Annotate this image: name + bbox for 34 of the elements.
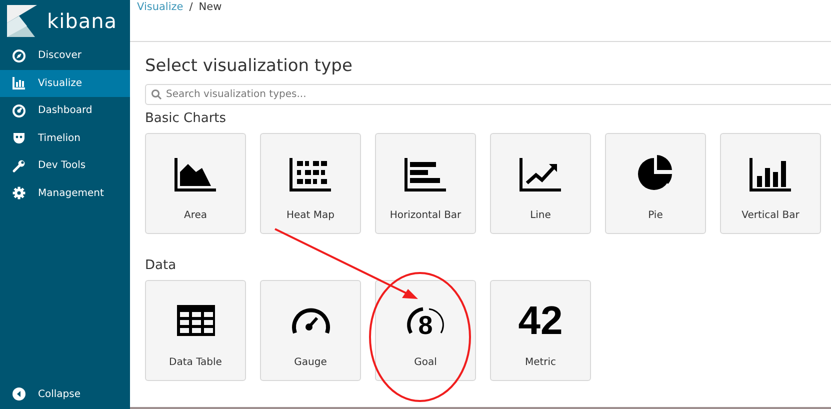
visualization-card[interactable]: Data Table — [145, 280, 246, 381]
visualization-card[interactable]: Line — [490, 133, 591, 234]
nav-item[interactable]: Dev Tools — [0, 152, 130, 180]
mask-icon — [12, 131, 26, 146]
metric-number: 42 — [518, 299, 563, 343]
logo-icon — [7, 5, 37, 37]
nav-item[interactable]: Dashboard — [0, 97, 130, 124]
visualization-card[interactable]: 8 Goal — [375, 280, 476, 381]
nav-item[interactable]: Timelion — [0, 124, 130, 152]
search-icon — [151, 89, 162, 100]
visualization-card[interactable]: 42 Metric — [490, 280, 591, 381]
breadcrumb-separator: / — [189, 1, 193, 13]
page-title: Select visualization type — [145, 56, 354, 78]
nav-item[interactable]: Management — [0, 180, 130, 207]
visualization-card[interactable]: Vertical Bar — [720, 133, 821, 234]
dashboard-icon — [12, 104, 26, 118]
gear-icon — [12, 186, 26, 200]
bar-chart-icon — [12, 76, 26, 90]
section-heading: Basic Charts — [145, 111, 228, 126]
collapse-button[interactable]: Collapse — [0, 380, 130, 408]
search-field[interactable]: Search visualization types... — [145, 84, 831, 105]
visualization-card[interactable]: Horizontal Bar — [375, 133, 476, 234]
section-heading: Data — [145, 258, 178, 273]
nav-item[interactable]: Visualize — [0, 70, 130, 97]
visualization-card[interactable]: Heat Map — [260, 133, 361, 234]
compass-icon — [12, 48, 26, 63]
wrench-icon — [12, 158, 26, 173]
breadcrumb-current: New — [198, 1, 222, 13]
collapse-icon — [12, 387, 26, 401]
visualization-card[interactable]: Pie — [605, 133, 706, 234]
visualization-card[interactable]: Area — [145, 133, 246, 234]
nav-item[interactable]: Discover — [0, 42, 130, 70]
brand-name: kibana — [47, 9, 118, 33]
visualization-card[interactable]: Gauge — [260, 280, 361, 381]
